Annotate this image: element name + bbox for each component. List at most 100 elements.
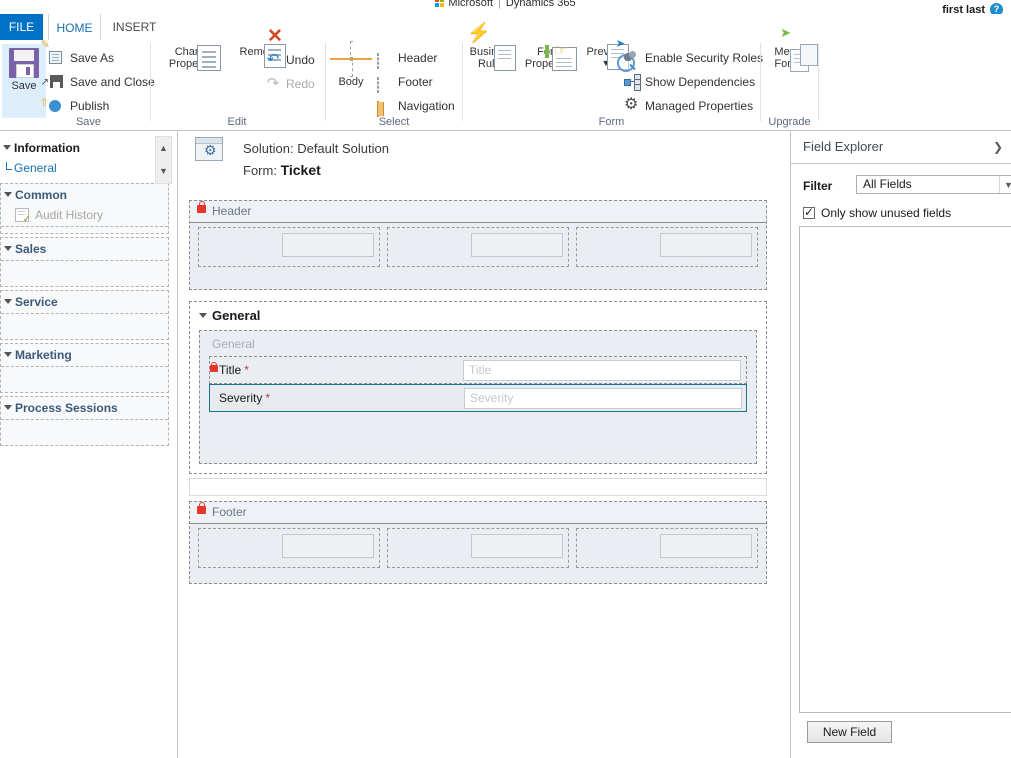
- sidebar-header-common-label: Common: [15, 188, 67, 202]
- business-rules-button[interactable]: ⚡ Business Rules: [466, 24, 518, 71]
- sidebar-header-information[interactable]: Information: [0, 137, 177, 159]
- form-header-columns: [198, 227, 758, 267]
- navigation-button[interactable]: Navigation: [376, 95, 455, 117]
- ribbon: Save ✎ Save As ↗ Save and Close ⇧ Publis…: [0, 24, 1011, 131]
- security-roles-icon: ➤: [616, 39, 640, 66]
- form-footer-section[interactable]: Footer: [189, 501, 767, 584]
- required-asterisk: *: [265, 391, 271, 405]
- field-explorer-list[interactable]: [799, 226, 1011, 713]
- change-properties-button[interactable]: Change Properties: [162, 44, 226, 71]
- header-label: Header: [398, 51, 438, 65]
- show-dependencies-label: Show Dependencies: [645, 75, 756, 89]
- sidebar-header-marketing[interactable]: Marketing: [1, 344, 168, 366]
- sidebar-header-process-sessions[interactable]: Process Sessions: [1, 397, 168, 419]
- chevron-right-icon[interactable]: ❯: [993, 131, 1003, 163]
- show-dependencies-button[interactable]: Show Dependencies: [623, 71, 755, 93]
- brand-bar: Microsoft|Dynamics 365 first last? SG468…: [0, 0, 1011, 31]
- chevron-down-icon[interactable]: ▼: [999, 176, 1011, 193]
- sidebar-header-sales[interactable]: Sales: [1, 238, 168, 260]
- redo-button: ↷ Redo: [264, 73, 315, 95]
- form-tab-general-header[interactable]: General: [190, 302, 766, 330]
- sidebar-header-common[interactable]: Common: [1, 184, 168, 206]
- form-footer-field-placeholder[interactable]: [660, 534, 752, 558]
- form-row-title-control[interactable]: Title: [463, 360, 741, 381]
- form-row-severity-control[interactable]: Severity: [464, 388, 742, 409]
- collapse-triangle-icon: [4, 246, 12, 251]
- undo-button[interactable]: ↶ Undo: [264, 49, 315, 71]
- microsoft-logo-icon: [435, 0, 445, 7]
- form-footer-cell[interactable]: [387, 528, 569, 568]
- save-and-close-label: Save and Close: [70, 75, 155, 89]
- form-header-field-placeholder[interactable]: [282, 233, 374, 257]
- ribbon-group-select: Body Header Footer Navigation Select: [327, 40, 461, 130]
- form-footer-field-placeholder[interactable]: [471, 534, 563, 558]
- form-tab-general[interactable]: General General Title* Title Severity *: [189, 301, 767, 474]
- tab-file[interactable]: FILE: [0, 14, 43, 40]
- solution-header: ⚙ Solution: Default Solution Form: Ticke…: [178, 131, 790, 204]
- tab-insert[interactable]: INSERT: [107, 14, 162, 40]
- sidebar-section-marketing: Marketing: [0, 343, 169, 393]
- floppy-disk-icon: [9, 48, 39, 78]
- save-and-close-button[interactable]: ↗ Save and Close: [41, 71, 155, 93]
- form-header-field-placeholder[interactable]: [471, 233, 563, 257]
- redo-label: Redo: [286, 77, 315, 91]
- ribbon-separator: [150, 43, 151, 121]
- form-empty-area[interactable]: [189, 478, 767, 496]
- navigation-label: Navigation: [398, 99, 455, 113]
- save-button-label: Save: [11, 80, 37, 92]
- form-header-cell[interactable]: [198, 227, 380, 267]
- sidebar-header-information-label: Information: [14, 141, 80, 155]
- save-as-icon: ✎: [41, 40, 65, 66]
- body-button[interactable]: Body: [330, 41, 372, 88]
- ribbon-separator: [462, 43, 463, 121]
- sidebar-item-audit-history-label: Audit History: [35, 208, 104, 222]
- ribbon-separator: [818, 43, 819, 121]
- ribbon-tabs: FILE HOME INSERT: [0, 13, 1011, 41]
- only-unused-fields-label: Only show unused fields: [821, 206, 952, 220]
- ribbon-group-upgrade-label: Upgrade: [768, 116, 811, 128]
- form-header-field-placeholder[interactable]: [660, 233, 752, 257]
- field-explorer-filter-row: Filter All Fields ▼: [791, 175, 1011, 201]
- sidebar-dash-divider: [1, 260, 168, 286]
- lock-icon: [197, 201, 206, 213]
- header-button[interactable]: Header: [376, 47, 437, 69]
- form-header-section[interactable]: Header: [189, 200, 767, 290]
- form-properties-button[interactable]: ☞ Form Properties: [521, 43, 579, 71]
- checkbox-icon[interactable]: [803, 205, 815, 219]
- save-as-button[interactable]: ✎ Save As: [41, 40, 114, 69]
- brand-product: Dynamics 365: [505, 0, 576, 9]
- form-header-cell[interactable]: [576, 227, 758, 267]
- collapse-triangle-icon: [4, 192, 12, 197]
- undo-label: Undo: [286, 53, 315, 67]
- form-header-cell[interactable]: [387, 227, 569, 267]
- sidebar-header-service[interactable]: Service: [1, 291, 168, 313]
- audit-history-icon: [15, 208, 31, 225]
- undo-icon: ↶: [266, 51, 280, 68]
- form-footer-field-placeholder[interactable]: [282, 534, 374, 558]
- footer-button[interactable]: Footer: [376, 71, 433, 93]
- form-footer-title-label: Footer: [212, 505, 247, 519]
- tab-home[interactable]: HOME: [48, 13, 101, 41]
- new-field-button[interactable]: New Field: [807, 721, 892, 743]
- form-footer-title: Footer: [190, 502, 766, 524]
- form-row-severity[interactable]: Severity * Severity: [209, 384, 747, 412]
- sidebar-section-process-sessions: Process Sessions: [0, 396, 169, 446]
- only-unused-fields-checkbox[interactable]: Only show unused fields: [791, 205, 1011, 220]
- form-footer-cell[interactable]: [198, 528, 380, 568]
- filter-dropdown[interactable]: All Fields ▼: [856, 175, 1011, 194]
- collapse-triangle-icon: [4, 405, 12, 410]
- form-section-general[interactable]: General Title * Title Severity * Severity: [199, 330, 757, 464]
- publish-button[interactable]: ⇧ Publish: [40, 95, 110, 117]
- lock-icon: [210, 361, 218, 372]
- navigation-icon: [377, 98, 393, 117]
- merge-forms-button[interactable]: ➤ Merge Forms: [767, 26, 818, 72]
- managed-properties-button[interactable]: Managed Properties: [623, 95, 753, 117]
- form-section-general-label: General: [212, 337, 255, 351]
- enable-security-roles-button[interactable]: ➤ Enable Security Roles: [616, 39, 763, 69]
- form-footer-cell[interactable]: [576, 528, 758, 568]
- sidebar-item-general[interactable]: General: [0, 159, 177, 179]
- filter-label: Filter: [803, 179, 833, 193]
- sidebar-item-audit-history: Audit History: [1, 206, 168, 226]
- form-row-title[interactable]: Title * Title: [209, 356, 747, 384]
- sidebar-header-sales-label: Sales: [15, 242, 47, 256]
